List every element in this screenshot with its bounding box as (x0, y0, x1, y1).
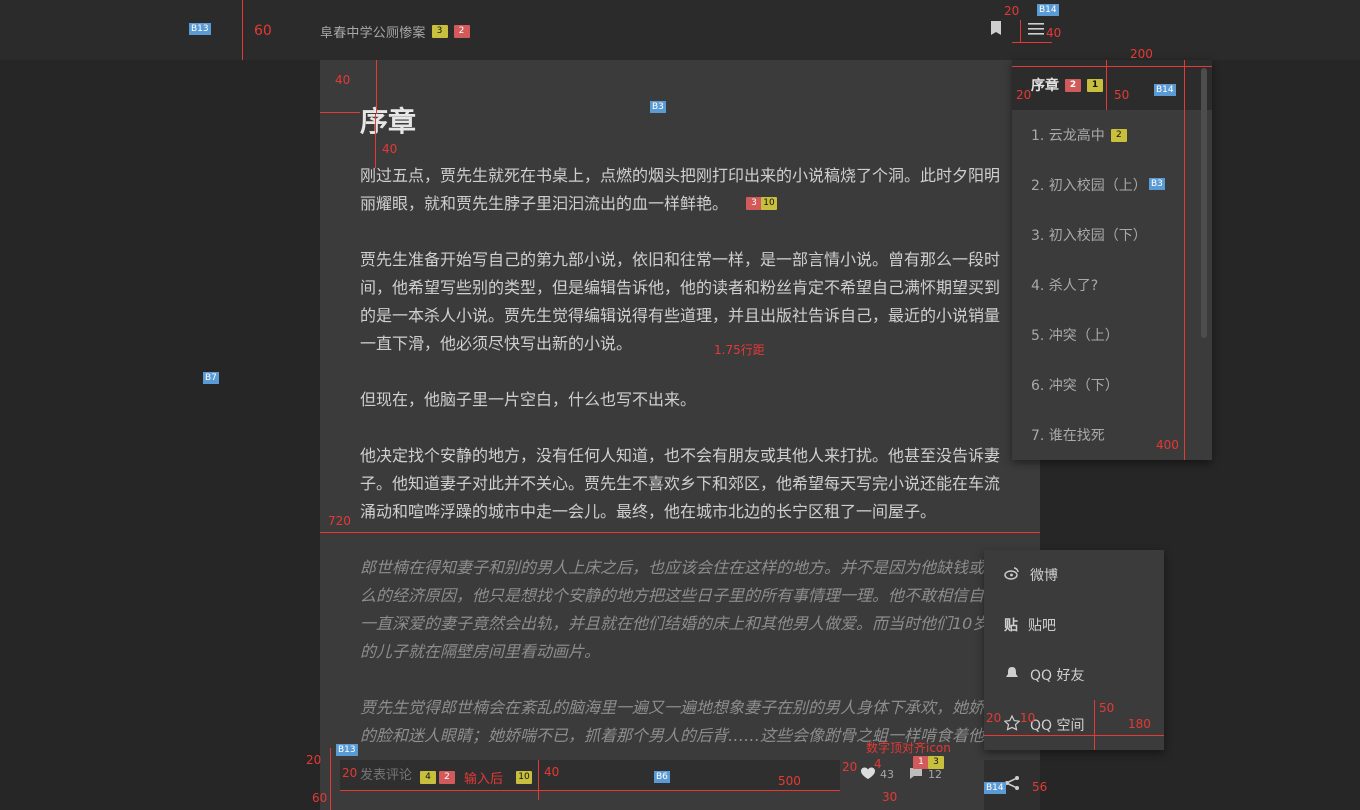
share-label: QQ 好友 (1030, 668, 1085, 684)
toc-tag-2: 2 (1065, 78, 1081, 92)
quote-paragraph: 郎世楠在得知妻子和别的男人上床之后，也应该会住在这样的地方。并不是因为他缺钱或什… (360, 558, 1001, 661)
toc-item-label: 7. 谁在找死 (1031, 428, 1105, 444)
toc-scrollbar[interactable] (1201, 68, 1207, 338)
toc-item-label: 5. 冲突（上） (1031, 328, 1119, 344)
share-label: 微博 (1030, 568, 1058, 584)
share-tieba[interactable]: 贴 贴吧 (984, 600, 1164, 650)
paragraph: 他决定找个安静的地方，没有任何人知道，也不会有朋友或其他人来打扰。他甚至没告诉妻… (360, 446, 1001, 521)
content-divider (320, 532, 1040, 533)
toc-item[interactable]: 1. 云龙高中 2 (1012, 110, 1212, 160)
content-tag-3: 3 (746, 197, 762, 210)
toc-tag-2: 2 (1110, 128, 1127, 142)
bookmark-button[interactable] (984, 18, 1008, 42)
heart-icon (860, 766, 876, 783)
share-icon (1003, 774, 1021, 796)
paragraph: 但现在，他脑子里一片空白，什么也写不出来。 (360, 390, 697, 409)
share-qq-friend[interactable]: QQ 好友 (984, 650, 1164, 700)
title-tag-2: 2 (453, 25, 470, 38)
toc-tag-1: 1 (1087, 78, 1103, 92)
toc-item-label: 3. 初入校园（下） (1031, 228, 1147, 244)
chapter-title: 序章 (360, 105, 417, 138)
toc-item-label: 4. 杀人了? (1031, 278, 1099, 294)
star-icon (1003, 714, 1021, 735)
share-qq-zone[interactable]: QQ 空间 (984, 700, 1164, 750)
book-title: 阜春中学公厕惨案 3 2 (320, 22, 470, 41)
toc-item[interactable]: 5. 冲突（上） (1012, 310, 1212, 360)
comment-input[interactable] (340, 760, 840, 790)
toc-item[interactable]: 3. 初入校园（下） (1012, 210, 1212, 260)
comment-tag-4: 4 (420, 771, 436, 784)
marker-b7: B7 (203, 372, 219, 384)
share-label: QQ 空间 (1030, 718, 1085, 734)
toc-item-prologue[interactable]: 序章 2 1 (1012, 60, 1212, 110)
book-title-text: 阜春中学公厕惨案 (320, 26, 426, 41)
comment-bar (340, 760, 840, 791)
comment-tags: 4 2 输入后 10 (420, 768, 533, 787)
title-tag-3: 3 (431, 25, 448, 38)
top-actions (984, 18, 1048, 42)
share-button[interactable] (984, 760, 1040, 810)
comment-count: 12 (928, 768, 942, 781)
reading-page: 序章 刚过五点，贾先生就死在书桌上，点燃的烟头把刚打印出来的小说稿烧了个洞。此时… (320, 60, 1040, 810)
menu-icon (1028, 21, 1044, 40)
share-label: 贴吧 (1028, 618, 1056, 634)
toc-item[interactable]: 6. 冲突（下） (1012, 360, 1212, 410)
toc-item[interactable]: 7. 谁在找死 (1012, 410, 1212, 460)
menu-button[interactable] (1024, 18, 1048, 42)
comment-tag-2: 2 (439, 771, 455, 784)
qq-icon (1004, 665, 1020, 685)
like-count: 43 (880, 768, 894, 781)
quote-paragraph: 贾先生觉得郎世楠会在紊乱的脑海里一遍又一遍地想象妻子在别的男人身体下承欢，她娇红… (360, 698, 1001, 745)
chapter-toc-panel: 序章 2 1 1. 云龙高中 2 2. 初入校园（上） 3. 初入校园（下） 4… (1012, 60, 1212, 460)
action-tag-1: 1 (913, 756, 929, 769)
tieba-icon: 贴 (1004, 618, 1018, 634)
spec-20: 20 (306, 753, 322, 767)
toc-item-label: 2. 初入校园（上） (1031, 178, 1147, 194)
share-menu: 微博 贴 贴吧 QQ 好友 QQ 空间 (984, 550, 1164, 750)
toc-item[interactable]: 2. 初入校园（上） (1012, 160, 1212, 210)
toc-item-label: 1. 云龙高中 (1031, 128, 1105, 144)
content-tag-10: 10 (761, 197, 777, 210)
like-action[interactable]: 43 (860, 766, 894, 783)
top-bar: 阜春中学公厕惨案 3 2 (0, 0, 1360, 60)
bookmark-icon (989, 20, 1003, 40)
weibo-icon (1004, 565, 1020, 585)
share-weibo[interactable]: 微博 (984, 550, 1164, 600)
action-tag-3: 3 (928, 756, 944, 769)
quote-content: 郎世楠在得知妻子和别的男人上床之后，也应该会住在这样的地方。并不是因为他缺钱或什… (360, 554, 1000, 778)
comment-tag-10: 10 (516, 771, 533, 784)
paragraph: 贾先生准备开始写自己的第九部小说，依旧和往常一样，是一部言情小说。曾有那么一段时… (360, 250, 1001, 353)
toc-item-label: 6. 冲突（下） (1031, 378, 1119, 394)
comment-note: 输入后 (464, 772, 504, 787)
toc-item-label: 序章 (1031, 78, 1059, 94)
paragraph: 刚过五点，贾先生就死在书桌上，点燃的烟头把刚打印出来的小说稿烧了个洞。此时夕阳明… (360, 166, 1001, 213)
toc-item[interactable]: 4. 杀人了? (1012, 260, 1212, 310)
chapter-content: 刚过五点，贾先生就死在书桌上，点燃的烟头把刚打印出来的小说稿烧了个洞。此时夕阳明… (360, 162, 1000, 554)
